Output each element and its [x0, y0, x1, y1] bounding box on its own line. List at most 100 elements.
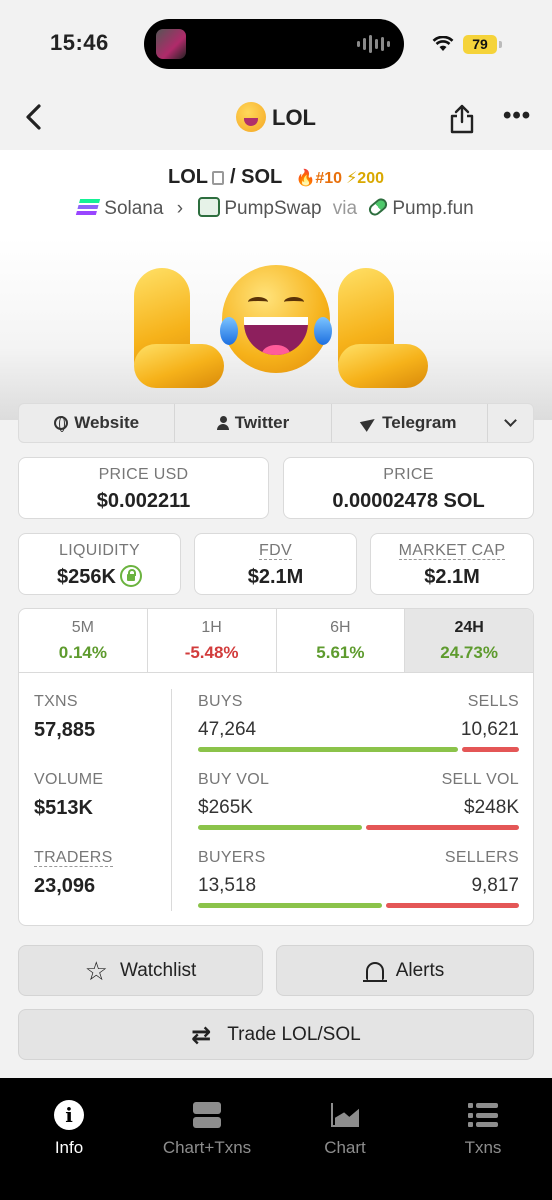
website-link[interactable]: Website [19, 404, 176, 442]
tab-1h[interactable]: 1H -5.48% [148, 609, 277, 672]
globe-icon [54, 416, 69, 432]
trade-button[interactable]: Trade LOL/SOL [18, 1009, 534, 1060]
banner-letter-l-right [338, 268, 428, 388]
banner-letter-l-left [134, 268, 224, 388]
sell-bar [365, 825, 519, 830]
solana-icon [76, 198, 101, 215]
battery-indicator: 79 [463, 35, 502, 54]
pumpswap-icon [198, 196, 221, 217]
split-view-icon [193, 1102, 221, 1128]
trading-stats-panel: 5M 0.14% 1H -5.48% 6H 5.61% 24H 24.73% T… [18, 608, 534, 926]
price-native-value: 0.00002478 SOL [332, 490, 485, 512]
trending-rank-badge[interactable]: 🔥#10 [295, 170, 342, 187]
status-bar: 15:46 79 [0, 0, 552, 90]
bell-icon [362, 961, 387, 982]
laughing-face-icon [220, 265, 332, 373]
launchpad-name[interactable]: Pump.fun [392, 198, 473, 219]
trending-rank: #10 [315, 170, 343, 187]
sellers-value: 9,817 [471, 875, 519, 896]
tab-24h[interactable]: 24H 24.73% [405, 609, 533, 672]
quote-symbol: SOL [241, 166, 282, 188]
buy-bar [198, 825, 362, 830]
tab-change: 5.61% [316, 643, 365, 662]
fdv-card: FDV $2.1M [194, 533, 357, 595]
sell-bar [462, 747, 519, 752]
chain-line: Solana › PumpSwap via Pump.fun [0, 195, 552, 220]
token-logo-icon [236, 102, 266, 132]
copy-icon[interactable] [211, 170, 224, 185]
volume-value: $513K [34, 797, 93, 819]
market-cap-label[interactable]: MARKET CAP [398, 542, 506, 560]
more-links-button[interactable] [488, 404, 533, 442]
boost-badge[interactable]: ⚡200 [346, 170, 384, 187]
traders-bar [198, 903, 519, 908]
more-options-icon[interactable]: ••• [503, 102, 531, 130]
buy-vol-value: $265K [198, 797, 253, 818]
tab-chart-txns[interactable]: Chart+Txns [138, 1078, 276, 1200]
tab-chart-label: Chart [324, 1138, 366, 1157]
buys-label: BUYS [198, 693, 243, 710]
pumpfun-icon [366, 195, 390, 219]
telegram-link[interactable]: Telegram [332, 404, 488, 442]
buys-value: 47,264 [198, 719, 257, 740]
area-chart-icon [331, 1103, 359, 1127]
sells-label: SELLS [467, 693, 519, 710]
buyers-label: BUYERS [198, 849, 266, 866]
tab-label: 24H [454, 619, 484, 636]
tab-chart[interactable]: Chart [276, 1078, 414, 1200]
top-nav: LOL ••• [0, 90, 552, 150]
sell-bar [385, 903, 519, 908]
volume-row: VOLUME $513K BUY VOL SELL VOL $265K $248K [19, 771, 533, 849]
trade-label: Trade LOL/SOL [227, 1023, 361, 1045]
traders-row: TRADERS 23,096 BUYERS SELLERS 13,518 9,817 [19, 849, 533, 925]
website-label: Website [74, 413, 140, 432]
page-title-text: LOL [272, 104, 316, 130]
token-banner-image [0, 238, 552, 420]
pair-separator: / [229, 166, 236, 188]
chevron-right-icon: › [176, 198, 184, 219]
via-label: via [332, 198, 358, 219]
sells-value: 10,621 [460, 719, 519, 740]
tab-5m[interactable]: 5M 0.14% [19, 609, 148, 672]
status-time: 15:46 [50, 30, 109, 55]
buyers-value: 13,518 [198, 875, 257, 896]
sell-vol-label: SELL VOL [441, 771, 519, 788]
wifi-icon [432, 36, 454, 51]
twitter-link[interactable]: Twitter [175, 404, 332, 442]
alerts-label: Alerts [395, 959, 445, 981]
tab-label: 5M [71, 619, 94, 636]
traders-label[interactable]: TRADERS [34, 849, 113, 867]
alerts-button[interactable]: Alerts [276, 945, 534, 996]
pair-line: LOL / SOL 🔥#10 ⚡200 [0, 166, 552, 189]
chain-name[interactable]: Solana [104, 198, 163, 219]
tab-6h[interactable]: 6H 5.61% [277, 609, 406, 672]
sellers-label: SELLERS [444, 849, 519, 866]
pair-header: LOL / SOL 🔥#10 ⚡200 Solana › PumpSwap via … [0, 150, 552, 238]
tab-txns[interactable]: Txns [414, 1078, 552, 1200]
price-native-label: PRICE [383, 466, 434, 483]
tab-info[interactable]: i Info [0, 1078, 138, 1200]
sell-vol-value: $248K [464, 797, 519, 818]
tab-txns-label: Txns [464, 1138, 502, 1157]
tab-chart-txns-label: Chart+Txns [162, 1138, 252, 1157]
buy-vol-label: BUY VOL [198, 771, 270, 788]
user-icon [216, 416, 229, 430]
fdv-label[interactable]: FDV [259, 542, 292, 560]
dex-name[interactable]: PumpSwap [224, 198, 321, 219]
txns-label: TXNS [34, 693, 78, 710]
watchlist-button[interactable]: ☆ Watchlist [18, 945, 263, 996]
price-native-card: PRICE 0.00002478 SOL [283, 457, 534, 519]
share-icon[interactable] [449, 104, 475, 134]
buys-sells-bar [198, 747, 519, 752]
price-usd-value: $0.002211 [96, 490, 191, 512]
tab-label: 1H [201, 619, 222, 636]
tab-change: 0.14% [58, 643, 107, 662]
telegram-label: Telegram [382, 413, 457, 432]
watchlist-label: Watchlist [119, 959, 197, 981]
dynamic-island[interactable] [144, 19, 404, 69]
price-usd-label: PRICE USD [98, 466, 189, 483]
fdv-value: $2.1M [247, 566, 304, 588]
txns-value: 57,885 [34, 719, 96, 741]
liquidity-lock-icon[interactable] [119, 564, 142, 587]
volume-label: VOLUME [34, 771, 104, 788]
